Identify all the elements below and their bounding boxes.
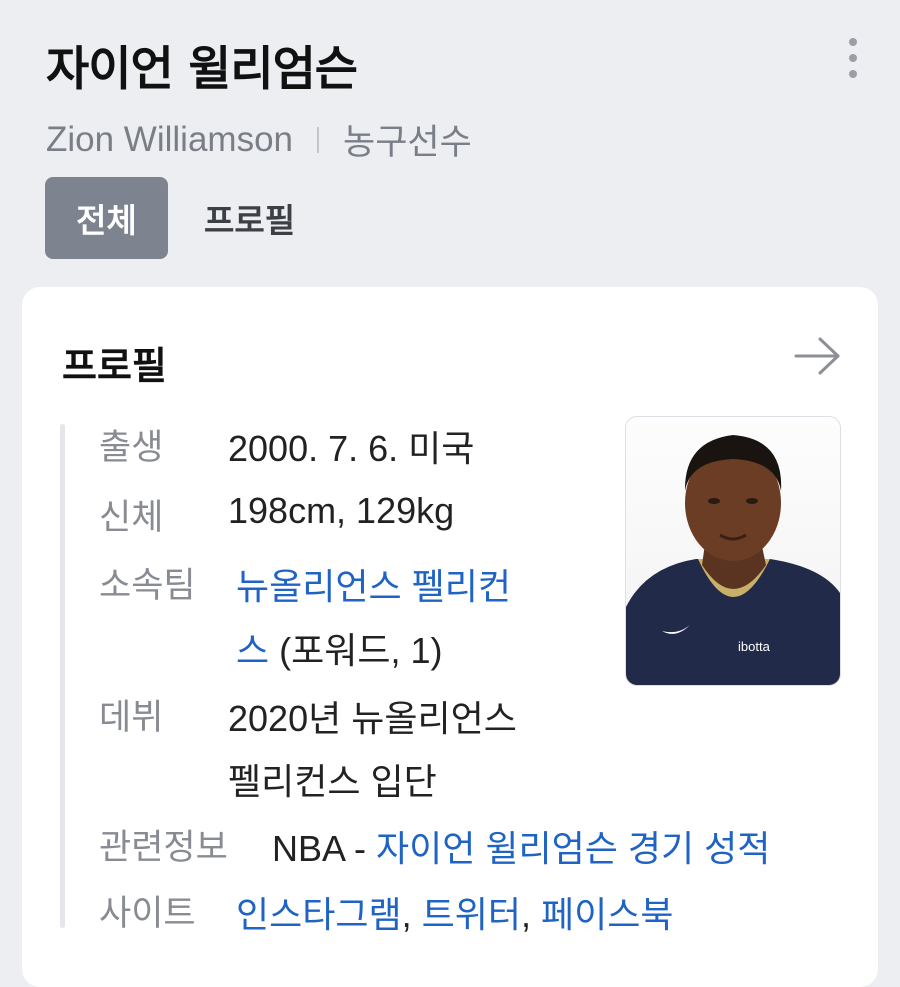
page-title: 자이언 윌리엄슨 [46,42,358,97]
subtitle: Zion Williamson 농구선수 [46,114,472,165]
body-value: 198cm, 129kg [228,490,455,531]
debut-label: 데뷔 [99,698,164,738]
team-link[interactable]: 뉴올리언스 펠리컨 [236,558,511,610]
more-dot [849,70,857,78]
separator: , [401,894,422,935]
debut-line2: 펠리컨스 입단 [228,761,437,802]
birth-label: 출생 [99,428,164,468]
divider [317,126,319,153]
facebook-link[interactable]: 페이스북 [541,894,673,935]
svg-text:ibotta: ibotta [738,639,771,654]
player-photo[interactable]: ibotta [625,416,841,686]
related-link[interactable]: 자이언 윌리엄슨 경기 성적 [376,828,770,869]
related-value: NBA - 자이언 윌리엄슨 경기 성적 [272,820,770,872]
team-line2: 스 (포워드, 1) [236,622,443,674]
english-name: Zion Williamson [46,119,293,159]
more-options-button[interactable] [838,38,868,78]
related-prefix: NBA - [272,828,377,869]
tab-bar: 전체 프로필 [45,177,295,259]
body-label: 신체 [99,498,164,538]
card-title: 프로필 [62,344,167,388]
more-vertical-icon [849,38,857,46]
related-label: 관련정보 [99,828,228,868]
team-link-cont[interactable]: 스 [236,630,269,671]
debut-line1: 2020년 뉴올리언스 [228,698,517,739]
tab-all[interactable]: 전체 [45,177,168,259]
sites-value: 인스타그램, 트위터, 페이스북 [236,886,674,938]
more-dot [849,54,857,62]
twitter-link[interactable]: 트위터 [422,894,521,935]
birth-value: 2000. 7. 6. 미국 [228,428,475,469]
arrow-right-icon[interactable] [794,335,842,377]
instagram-link[interactable]: 인스타그램 [236,894,402,935]
info-bar [60,424,65,928]
team-label: 소속팀 [99,566,196,606]
profile-card: 프로필 ibotta 출생 2000. 7. 6. 미국 신체 198cm, 1… [22,287,878,987]
team-position: (포워드, 1) [269,630,443,671]
player-photo-image: ibotta [626,417,840,685]
category-label: 농구선수 [343,123,472,162]
separator: , [521,894,542,935]
sites-label: 사이트 [99,894,196,934]
tab-profile[interactable]: 프로필 [204,194,295,242]
